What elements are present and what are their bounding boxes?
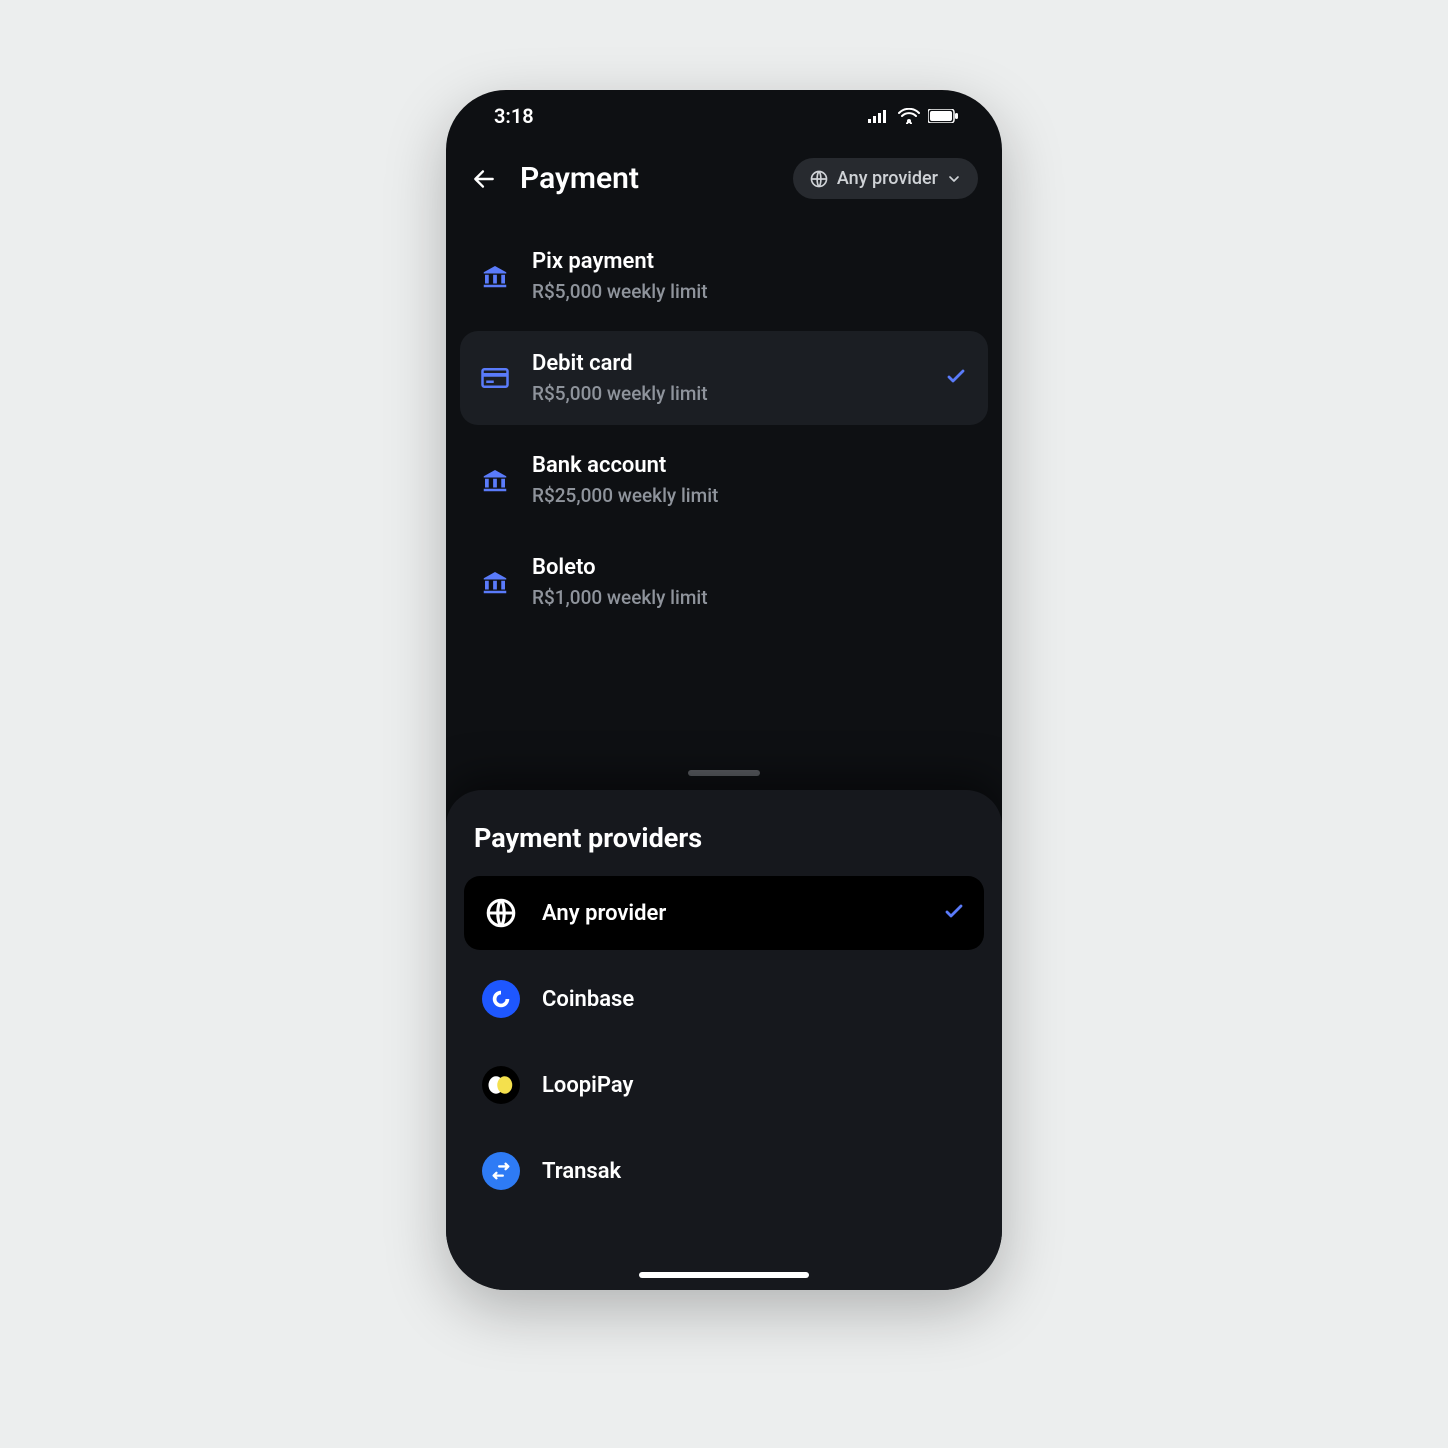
battery-icon <box>928 109 958 123</box>
transak-icon <box>482 1152 520 1190</box>
method-text: Bank account R$25,000 weekly limit <box>532 453 968 507</box>
status-time: 3:18 <box>494 104 534 128</box>
cellular-icon <box>868 109 890 123</box>
payment-method-item[interactable]: Boleto R$1,000 weekly limit <box>460 535 988 629</box>
globe-icon <box>482 894 520 932</box>
bank-icon <box>480 567 510 597</box>
provider-label: LoopiPay <box>542 1073 966 1098</box>
header: Payment Any provider <box>446 142 1002 219</box>
method-sublabel: R$5,000 weekly limit <box>532 382 922 405</box>
provider-label: Transak <box>542 1159 966 1184</box>
provider-filter-label: Any provider <box>837 168 938 189</box>
phone-frame: 3:18 Payment Any provider Pix payment R$5… <box>446 90 1002 1290</box>
payment-method-item[interactable]: Debit card R$5,000 weekly limit <box>460 331 988 425</box>
loopipay-icon <box>482 1066 520 1104</box>
back-button[interactable] <box>470 165 498 193</box>
method-text: Debit card R$5,000 weekly limit <box>532 351 922 405</box>
provider-sheet: Payment providers Any provider Coinbase Lo… <box>446 790 1002 1290</box>
home-indicator[interactable] <box>639 1272 809 1278</box>
status-bar: 3:18 <box>446 90 1002 142</box>
payment-method-list: Pix paymentR$5,000 weekly limitDebit car… <box>446 219 1002 629</box>
method-label: Pix payment <box>532 249 968 274</box>
wifi-icon <box>898 108 920 124</box>
sheet-handle[interactable] <box>446 770 1002 776</box>
provider-filter-chip[interactable]: Any provider <box>793 158 978 199</box>
globe-icon <box>809 169 829 189</box>
method-label: Debit card <box>532 351 922 376</box>
method-text: Pix payment R$5,000 weekly limit <box>532 249 968 303</box>
provider-label: Any provider <box>542 901 920 926</box>
method-sublabel: R$5,000 weekly limit <box>532 280 968 303</box>
status-indicators <box>868 108 958 124</box>
check-icon <box>944 364 968 392</box>
coinbase-icon <box>482 980 520 1018</box>
provider-item[interactable]: Coinbase <box>464 962 984 1036</box>
method-text: Boleto R$1,000 weekly limit <box>532 555 968 609</box>
method-label: Bank account <box>532 453 968 478</box>
provider-item[interactable]: LoopiPay <box>464 1048 984 1122</box>
method-sublabel: R$1,000 weekly limit <box>532 586 968 609</box>
page-title: Payment <box>520 161 771 196</box>
bank-icon <box>480 261 510 291</box>
provider-item[interactable]: Transak <box>464 1134 984 1208</box>
card-icon <box>480 363 510 393</box>
method-label: Boleto <box>532 555 968 580</box>
provider-label: Coinbase <box>542 987 966 1012</box>
arrow-left-icon <box>471 166 497 192</box>
bank-icon <box>480 465 510 495</box>
check-icon <box>942 899 966 927</box>
provider-list: Any provider Coinbase LoopiPay Transak <box>464 876 984 1208</box>
method-sublabel: R$25,000 weekly limit <box>532 484 968 507</box>
payment-method-item[interactable]: Bank account R$25,000 weekly limit <box>460 433 988 527</box>
chevron-down-icon <box>946 171 962 187</box>
sheet-title: Payment providers <box>464 812 984 876</box>
payment-method-item[interactable]: Pix payment R$5,000 weekly limit <box>460 229 988 323</box>
provider-item[interactable]: Any provider <box>464 876 984 950</box>
